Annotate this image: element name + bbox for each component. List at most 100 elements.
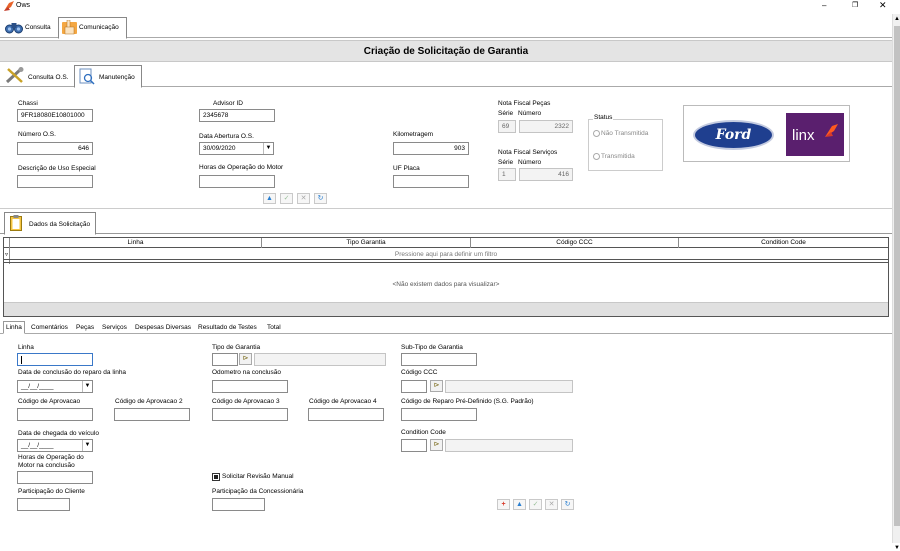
part-concessionaria-field[interactable] <box>212 498 265 511</box>
confirm-icon[interactable]: ✓ <box>280 193 293 204</box>
chassi-field[interactable]: 9FR18080E10801000 <box>17 109 93 122</box>
uf-placa-field[interactable] <box>393 175 469 188</box>
linha-field[interactable] <box>17 353 93 366</box>
maximize-button[interactable]: ❐ <box>852 1 858 9</box>
minimize-button[interactable]: – <box>822 1 826 10</box>
tipo-garantia-label: Tipo de Garantia <box>212 344 261 351</box>
linx-spark-icon <box>823 123 839 139</box>
arrow-up-icon[interactable]: ▲ <box>513 499 526 510</box>
horas-conclusao-label-1: Horas de Operação do <box>18 454 84 461</box>
cod-aprov4-field[interactable] <box>308 408 384 421</box>
uf-placa-label: UF Placa <box>393 165 420 172</box>
tab-consulta-os[interactable]: Consulta O.S. <box>3 67 73 86</box>
bottom-tab-bar <box>0 333 892 334</box>
cod-aprov2-label: Código de Aprovacao 2 <box>115 398 183 405</box>
cod-aprov3-label: Código de Aprovacao 3 <box>212 398 280 405</box>
nf-pecas-numero-label: Número <box>518 110 542 117</box>
tab-comunicacao[interactable]: Comunicação <box>58 17 127 39</box>
numero-os-label: Número O.S. <box>18 131 56 138</box>
tab-servicos[interactable]: Serviços <box>100 322 129 333</box>
solicitar-revisao-checkbox[interactable] <box>212 473 220 481</box>
refresh-icon[interactable]: ↻ <box>561 499 574 510</box>
dados-tab-bar <box>0 208 892 234</box>
cancel-icon[interactable]: ✕ <box>545 499 558 510</box>
chevron-down-icon[interactable]: ▼ <box>82 381 92 392</box>
nf-servicos-serie-field: 1 <box>498 168 516 181</box>
advisor-id-field[interactable]: 2345678 <box>199 109 275 122</box>
radio-transmitida[interactable] <box>593 153 600 160</box>
tab-despesas[interactable]: Despesas Diversas <box>133 322 193 333</box>
numero-os-field[interactable]: 646 <box>17 142 93 155</box>
condition-code-label: Condition Code <box>401 429 446 436</box>
data-abertura-value: 30/09/2020 <box>203 145 236 152</box>
condition-code-code[interactable] <box>401 439 427 452</box>
chevron-down-icon[interactable]: ▼ <box>263 143 273 154</box>
tab-consulta[interactable]: Consulta <box>3 19 58 37</box>
ford-logo-text: Ford <box>715 127 752 143</box>
status-group <box>588 119 663 171</box>
cod-aprov-label: Código de Aprovacao <box>18 398 81 405</box>
cod-aprov3-field[interactable] <box>212 408 288 421</box>
odometro-field[interactable] <box>212 380 288 393</box>
sub-tipo-field[interactable] <box>401 353 477 366</box>
nf-pecas-label: Nota Fiscal Peças <box>498 100 551 107</box>
confirm-icon[interactable]: ✓ <box>529 499 542 510</box>
kilometragem-label: Kilometragem <box>393 131 434 138</box>
cod-reparo-field[interactable] <box>401 408 477 421</box>
data-conclusao-value: __/__/____ <box>21 383 54 390</box>
radio-transmitida-label: Transmitida <box>601 153 635 160</box>
tab-comentarios[interactable]: Comentários <box>29 322 70 333</box>
horas-motor-field[interactable] <box>199 175 275 188</box>
data-abertura-field[interactable]: 30/09/2020 ▼ <box>199 142 274 155</box>
cod-aprov-field[interactable] <box>17 408 93 421</box>
condition-code-desc <box>445 439 573 452</box>
title-bar: Ows – ❐ ✕ <box>0 0 900 13</box>
codigo-ccc-picker-icon[interactable]: ⊳ <box>430 380 443 392</box>
cancel-icon[interactable]: ✕ <box>297 193 310 204</box>
tab-pecas[interactable]: Peças <box>74 322 96 333</box>
condition-code-picker-icon[interactable]: ⊳ <box>430 439 443 451</box>
cod-aprov2-field[interactable] <box>114 408 190 421</box>
horas-conclusao-field[interactable] <box>17 471 93 484</box>
tab-dados-solicitacao[interactable]: Dados da Solicitação <box>4 212 96 235</box>
nf-pecas-serie-label: Série <box>498 110 514 117</box>
data-chegada-label: Data de chegada do veículo <box>18 430 99 437</box>
close-button[interactable]: ✕ <box>879 0 887 11</box>
tipo-garantia-picker-icon[interactable]: ⊳ <box>239 353 252 365</box>
scroll-down-icon[interactable]: ▼ <box>894 545 900 551</box>
scroll-up-icon[interactable]: ▲ <box>894 16 900 22</box>
col-codigo-ccc[interactable]: Código CCC <box>471 238 679 248</box>
tab-linha[interactable]: Linha <box>3 321 25 334</box>
data-conclusao-field[interactable]: __/__/____ ▼ <box>17 380 93 393</box>
descricao-uso-field[interactable] <box>17 175 93 188</box>
vertical-scrollbar[interactable]: ▲ ▼ <box>892 14 900 551</box>
nf-servicos-serie-label: Série <box>498 159 514 166</box>
tab-manutencao-label: Manutenção <box>99 74 135 81</box>
horas-conclusao-label-2: Motor na conclusão <box>18 462 75 469</box>
tab-consulta-os-label: Consulta O.S. <box>28 74 69 81</box>
nf-pecas-serie-field: 69 <box>498 120 516 133</box>
tipo-garantia-code[interactable] <box>212 353 238 366</box>
radio-nao-transmitida[interactable] <box>593 130 600 137</box>
tab-manutencao[interactable]: Manutenção <box>74 65 142 88</box>
logo-panel: Ford linx <box>683 105 850 162</box>
col-linha[interactable]: Linha <box>10 238 262 248</box>
nf-servicos-numero-label: Número <box>518 159 542 166</box>
col-condition-code[interactable]: Condition Code <box>679 238 888 248</box>
linx-logo-text: linx <box>792 127 815 144</box>
tab-total[interactable]: Total <box>265 322 283 333</box>
col-tipo-garantia[interactable]: Tipo Garantia <box>262 238 471 248</box>
add-icon[interactable]: + <box>497 499 510 510</box>
tab-resultado-testes[interactable]: Resultado de Testes <box>196 322 259 333</box>
app-icon <box>4 1 14 11</box>
grid-filter-row[interactable]: ▿ Pressione aqui para definir um filtro <box>4 249 888 260</box>
data-chegada-field[interactable]: __/__/____ ▼ <box>17 439 93 452</box>
refresh-icon[interactable]: ↻ <box>314 193 327 204</box>
arrow-up-icon[interactable]: ▲ <box>263 193 276 204</box>
chevron-down-icon[interactable]: ▼ <box>82 440 92 451</box>
scroll-thumb[interactable] <box>894 26 900 526</box>
kilometragem-field[interactable]: 903 <box>393 142 469 155</box>
window-title: Ows <box>16 2 30 9</box>
codigo-ccc-code[interactable] <box>401 380 427 393</box>
part-cliente-field[interactable] <box>17 498 70 511</box>
